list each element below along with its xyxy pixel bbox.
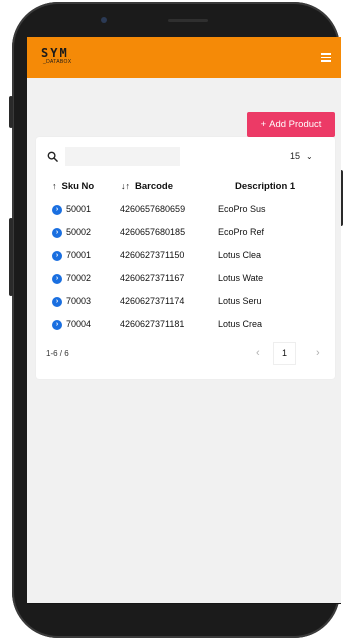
plus-icon: + xyxy=(260,119,267,130)
table-row[interactable]: › 70002 4260627371167 Lotus Wate xyxy=(36,270,335,292)
cell-description: Lotus Clea xyxy=(218,250,262,260)
search-icon xyxy=(47,151,58,162)
add-product-label: Add Product xyxy=(269,119,322,130)
cell-description: EcoPro Sus xyxy=(218,204,266,214)
table-row[interactable]: › 70001 4260627371150 Lotus Clea xyxy=(36,247,335,269)
app-logo[interactable]: SYM _DATABOX xyxy=(41,47,71,66)
volume-down-button xyxy=(9,218,13,296)
hamburger-icon[interactable] xyxy=(321,53,331,62)
cell-barcode: 4260657680659 xyxy=(120,204,186,214)
sort-asc-icon: ↑ xyxy=(52,181,57,191)
expand-row-icon[interactable]: › xyxy=(52,205,62,215)
expand-row-icon[interactable]: › xyxy=(52,251,62,261)
earpiece-speaker xyxy=(168,19,208,22)
page-size-select[interactable]: 15 ⌄ xyxy=(284,147,324,166)
cell-sku: 70001 xyxy=(66,250,92,260)
table-row[interactable]: › 70004 4260627371181 Lotus Crea xyxy=(36,316,335,338)
cell-sku: 70002 xyxy=(66,273,92,283)
page-size-value: 15 xyxy=(290,151,301,161)
logo-sub-text: _DATABOX xyxy=(43,59,72,65)
table-row[interactable]: › 50001 4260657680659 EcoPro Sus xyxy=(36,201,335,223)
cell-barcode: 4260627371167 xyxy=(120,273,185,283)
cell-barcode: 4260627371150 xyxy=(120,250,185,260)
phone-screen: SYM _DATABOX + Add Product 15 ⌄ ↑ Sku No ↓↑… xyxy=(27,37,341,603)
cell-barcode: 4260657680185 xyxy=(120,227,186,237)
app-header: SYM _DATABOX xyxy=(27,37,341,78)
cell-description: Lotus Crea xyxy=(218,319,263,329)
cell-description: Lotus Seru xyxy=(218,296,262,306)
cell-sku: 50002 xyxy=(66,227,92,237)
table-row[interactable]: › 50002 4260657680185 EcoPro Ref xyxy=(36,224,335,246)
products-table-card: 15 ⌄ ↑ Sku No ↓↑ Barcode Description 1 › 50… xyxy=(36,137,335,379)
front-camera xyxy=(101,17,107,23)
chevron-down-icon: ⌄ xyxy=(306,152,313,161)
screen-bottom-edge xyxy=(27,603,341,604)
add-product-button[interactable]: + Add Product xyxy=(247,112,335,137)
search-input[interactable] xyxy=(65,147,180,166)
expand-row-icon[interactable]: › xyxy=(52,320,62,330)
cell-description: EcoPro Ref xyxy=(218,227,265,237)
column-label-description: Description 1 xyxy=(235,181,296,192)
sort-both-icon: ↓↑ xyxy=(121,181,130,191)
pagination-info: 1-6 / 6 xyxy=(46,349,69,358)
cell-sku: 70004 xyxy=(66,319,92,329)
page-button-current[interactable]: 1 xyxy=(274,343,295,364)
expand-row-icon[interactable]: › xyxy=(52,228,62,238)
cell-barcode: 4260627371174 xyxy=(120,296,185,306)
column-header-barcode[interactable]: ↓↑ Barcode xyxy=(121,181,173,192)
volume-up-button xyxy=(9,96,13,128)
cell-description: Lotus Wate xyxy=(218,273,264,283)
table-row[interactable]: › 70003 4260627371174 Lotus Seru xyxy=(36,293,335,315)
column-header-description[interactable]: Description 1 xyxy=(235,181,295,192)
cell-sku: 70003 xyxy=(66,296,92,306)
column-header-sku[interactable]: ↑ Sku No xyxy=(52,181,94,192)
chevron-left-icon[interactable]: ‹ xyxy=(256,347,260,359)
expand-row-icon[interactable]: › xyxy=(52,297,62,307)
cell-sku: 50001 xyxy=(66,204,92,214)
cell-barcode: 4260627371181 xyxy=(120,319,185,329)
column-label-barcode: Barcode xyxy=(135,181,174,192)
chevron-right-icon[interactable]: › xyxy=(316,347,320,359)
column-label-sku: Sku No xyxy=(61,181,95,192)
logo-main-text: SYM xyxy=(41,46,69,60)
expand-row-icon[interactable]: › xyxy=(52,274,62,284)
